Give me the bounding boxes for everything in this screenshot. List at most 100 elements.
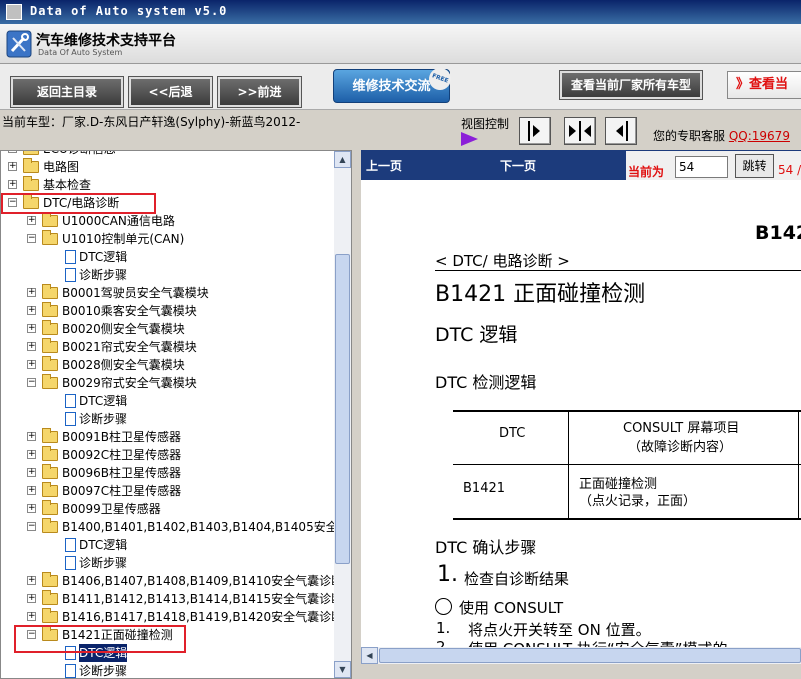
expand-icon[interactable]: + bbox=[8, 162, 17, 171]
tree-item[interactable]: 诊断步骤 bbox=[1, 266, 336, 284]
view-control-arrow-icon bbox=[461, 132, 478, 146]
substep-number: 1. bbox=[436, 619, 451, 637]
page-number-input[interactable] bbox=[675, 156, 728, 178]
tree-item-label: B1411,B1412,B1413,B1414,B1415安全气囊诊断 bbox=[62, 592, 344, 606]
current-model-text: 当前车型：厂家.D-东风日产轩逸(Sylphy)-新蓝鸟2012- bbox=[2, 115, 301, 129]
tree-item[interactable]: + B0097C柱卫星传感器 bbox=[1, 482, 336, 500]
expand-icon[interactable]: + bbox=[27, 468, 36, 477]
tech-community-button[interactable]: 维修技术交流 FREE bbox=[333, 64, 455, 103]
view-split-button[interactable] bbox=[564, 117, 596, 145]
table-header-consult: CONSULT 屏幕项目 bbox=[623, 421, 740, 436]
doc-code-header: B142 bbox=[755, 222, 801, 244]
split-arrows-icon bbox=[569, 121, 591, 141]
tree-item[interactable]: DTC逻辑 bbox=[1, 392, 336, 410]
expand-icon[interactable]: + bbox=[27, 216, 36, 225]
jump-button[interactable]: 跳转 bbox=[735, 154, 774, 178]
tree-item-label: 基本检查 bbox=[43, 178, 92, 192]
tree-item[interactable]: + 基本检查 bbox=[1, 176, 336, 194]
tree-item[interactable]: + B0001驾驶员安全气囊模块 bbox=[1, 284, 336, 302]
tree-item[interactable]: 诊断步骤 bbox=[1, 554, 336, 572]
view-right-pane-button[interactable] bbox=[605, 117, 637, 145]
expand-icon[interactable]: + bbox=[27, 324, 36, 333]
tree-scroll-thumb[interactable] bbox=[335, 254, 350, 564]
arrow-left-icon bbox=[616, 121, 628, 141]
arrow-right-icon bbox=[528, 121, 540, 141]
collapse-icon[interactable]: − bbox=[27, 378, 36, 387]
pane-splitter[interactable] bbox=[352, 150, 361, 679]
expand-icon[interactable]: + bbox=[27, 504, 36, 513]
collapse-icon[interactable]: − bbox=[27, 522, 36, 531]
expand-icon[interactable]: + bbox=[27, 432, 36, 441]
tree-item[interactable]: + B0010乘客安全气囊模块 bbox=[1, 302, 336, 320]
tree-item-label: B1400,B1401,B1402,B1403,B1404,B1405安全气囊 bbox=[62, 520, 352, 534]
folder-icon bbox=[42, 482, 58, 497]
tree-item-label: DTC逻辑 bbox=[79, 538, 128, 552]
tree-item[interactable]: + ECU诊断信息 bbox=[1, 151, 336, 158]
doc-dtc-detect: DTC 检测逻辑 bbox=[435, 373, 537, 392]
expand-icon[interactable]: + bbox=[8, 180, 17, 189]
all-models-button[interactable]: 查看当前厂家所有车型 bbox=[559, 70, 703, 100]
tree-item[interactable]: + 电路图 bbox=[1, 158, 336, 176]
expand-icon[interactable]: + bbox=[27, 450, 36, 459]
tree-item[interactable]: + B0096B柱卫星传感器 bbox=[1, 464, 336, 482]
document-icon bbox=[65, 556, 76, 570]
folder-icon bbox=[42, 500, 58, 515]
service-qq-link[interactable]: QQ:19679 bbox=[729, 129, 790, 143]
document-icon bbox=[65, 412, 76, 426]
document-icon bbox=[65, 664, 76, 678]
tree-item[interactable]: DTC逻辑 bbox=[1, 248, 336, 266]
tree-item[interactable]: DTC逻辑 bbox=[1, 536, 336, 554]
back-button[interactable]: <<后退 bbox=[128, 76, 213, 108]
substep-text: 将点火开关转至 ON 位置。 bbox=[468, 621, 651, 639]
folder-icon bbox=[23, 176, 39, 191]
tree-item-label: 诊断步骤 bbox=[79, 268, 128, 282]
folder-icon bbox=[23, 151, 39, 155]
forward-button[interactable]: >>前进 bbox=[217, 76, 302, 108]
expand-icon[interactable]: + bbox=[27, 342, 36, 351]
folder-icon bbox=[42, 446, 58, 461]
tree-item[interactable]: + B0028侧安全气囊模块 bbox=[1, 356, 336, 374]
scroll-up-icon[interactable]: ▲ bbox=[334, 151, 351, 168]
tree-item[interactable]: + B1416,B1417,B1418,B1419,B1420安全气囊诊断 bbox=[1, 608, 343, 626]
collapse-icon[interactable]: − bbox=[27, 234, 36, 243]
tree-item[interactable]: 诊断步骤 bbox=[1, 662, 336, 678]
tree-item-label: B0097C柱卫星传感器 bbox=[62, 484, 182, 498]
tree-item[interactable]: + B0020侧安全气囊模块 bbox=[1, 320, 336, 338]
tree-item[interactable]: − U1010控制单元(CAN) bbox=[1, 230, 336, 248]
folder-icon bbox=[42, 464, 58, 479]
tree-item[interactable]: + B0092C柱卫星传感器 bbox=[1, 446, 336, 464]
tree-item-label: ECU诊断信息 bbox=[43, 151, 116, 158]
expand-icon[interactable]: + bbox=[8, 151, 17, 153]
expand-icon[interactable]: + bbox=[27, 612, 36, 621]
total-pages: 54 / bbox=[778, 163, 801, 177]
doc-dtc-confirm: DTC 确认步骤 bbox=[435, 538, 537, 557]
scroll-down-icon[interactable]: ▼ bbox=[334, 661, 351, 678]
highlight-dtc-section bbox=[1, 193, 156, 214]
tree-item[interactable]: + B0021帘式安全气囊模块 bbox=[1, 338, 336, 356]
tree-item[interactable]: + U1000CAN通信电路 bbox=[1, 212, 336, 230]
expand-icon[interactable]: + bbox=[27, 486, 36, 495]
table-divider bbox=[798, 412, 799, 518]
tree-item[interactable]: − B0029帘式安全气囊模块 bbox=[1, 374, 336, 392]
expand-icon[interactable]: + bbox=[27, 306, 36, 315]
prev-page-link[interactable]: 上一页 bbox=[366, 157, 402, 174]
tree-item[interactable]: − B1400,B1401,B1402,B1403,B1404,B1405安全气囊 bbox=[1, 518, 351, 536]
expand-icon[interactable]: + bbox=[27, 594, 36, 603]
tree-item[interactable]: + B1406,B1407,B1408,B1409,B1410安全气囊诊断 bbox=[1, 572, 343, 590]
tree-item[interactable]: + B0099卫星传感器 bbox=[1, 500, 336, 518]
expand-icon[interactable]: + bbox=[27, 360, 36, 369]
tree-item[interactable]: 诊断步骤 bbox=[1, 410, 336, 428]
tree-item-label: 诊断步骤 bbox=[79, 412, 128, 426]
expand-icon[interactable]: + bbox=[27, 288, 36, 297]
tree-item[interactable]: + B0091B柱卫星传感器 bbox=[1, 428, 336, 446]
scroll-left-icon[interactable]: ◀ bbox=[361, 647, 378, 664]
view-button[interactable]: 》查看当 bbox=[727, 71, 801, 99]
folder-icon bbox=[42, 590, 58, 605]
next-page-link[interactable]: 下一页 bbox=[500, 157, 536, 174]
home-button[interactable]: 返回主目录 bbox=[10, 76, 124, 108]
document-h-scroll-thumb[interactable] bbox=[379, 648, 801, 663]
doc-title: B1421 正面碰撞检测 bbox=[435, 282, 646, 307]
tree-item[interactable]: + B1411,B1412,B1413,B1414,B1415安全气囊诊断 bbox=[1, 590, 343, 608]
view-left-pane-button[interactable] bbox=[519, 117, 551, 145]
expand-icon[interactable]: + bbox=[27, 576, 36, 585]
